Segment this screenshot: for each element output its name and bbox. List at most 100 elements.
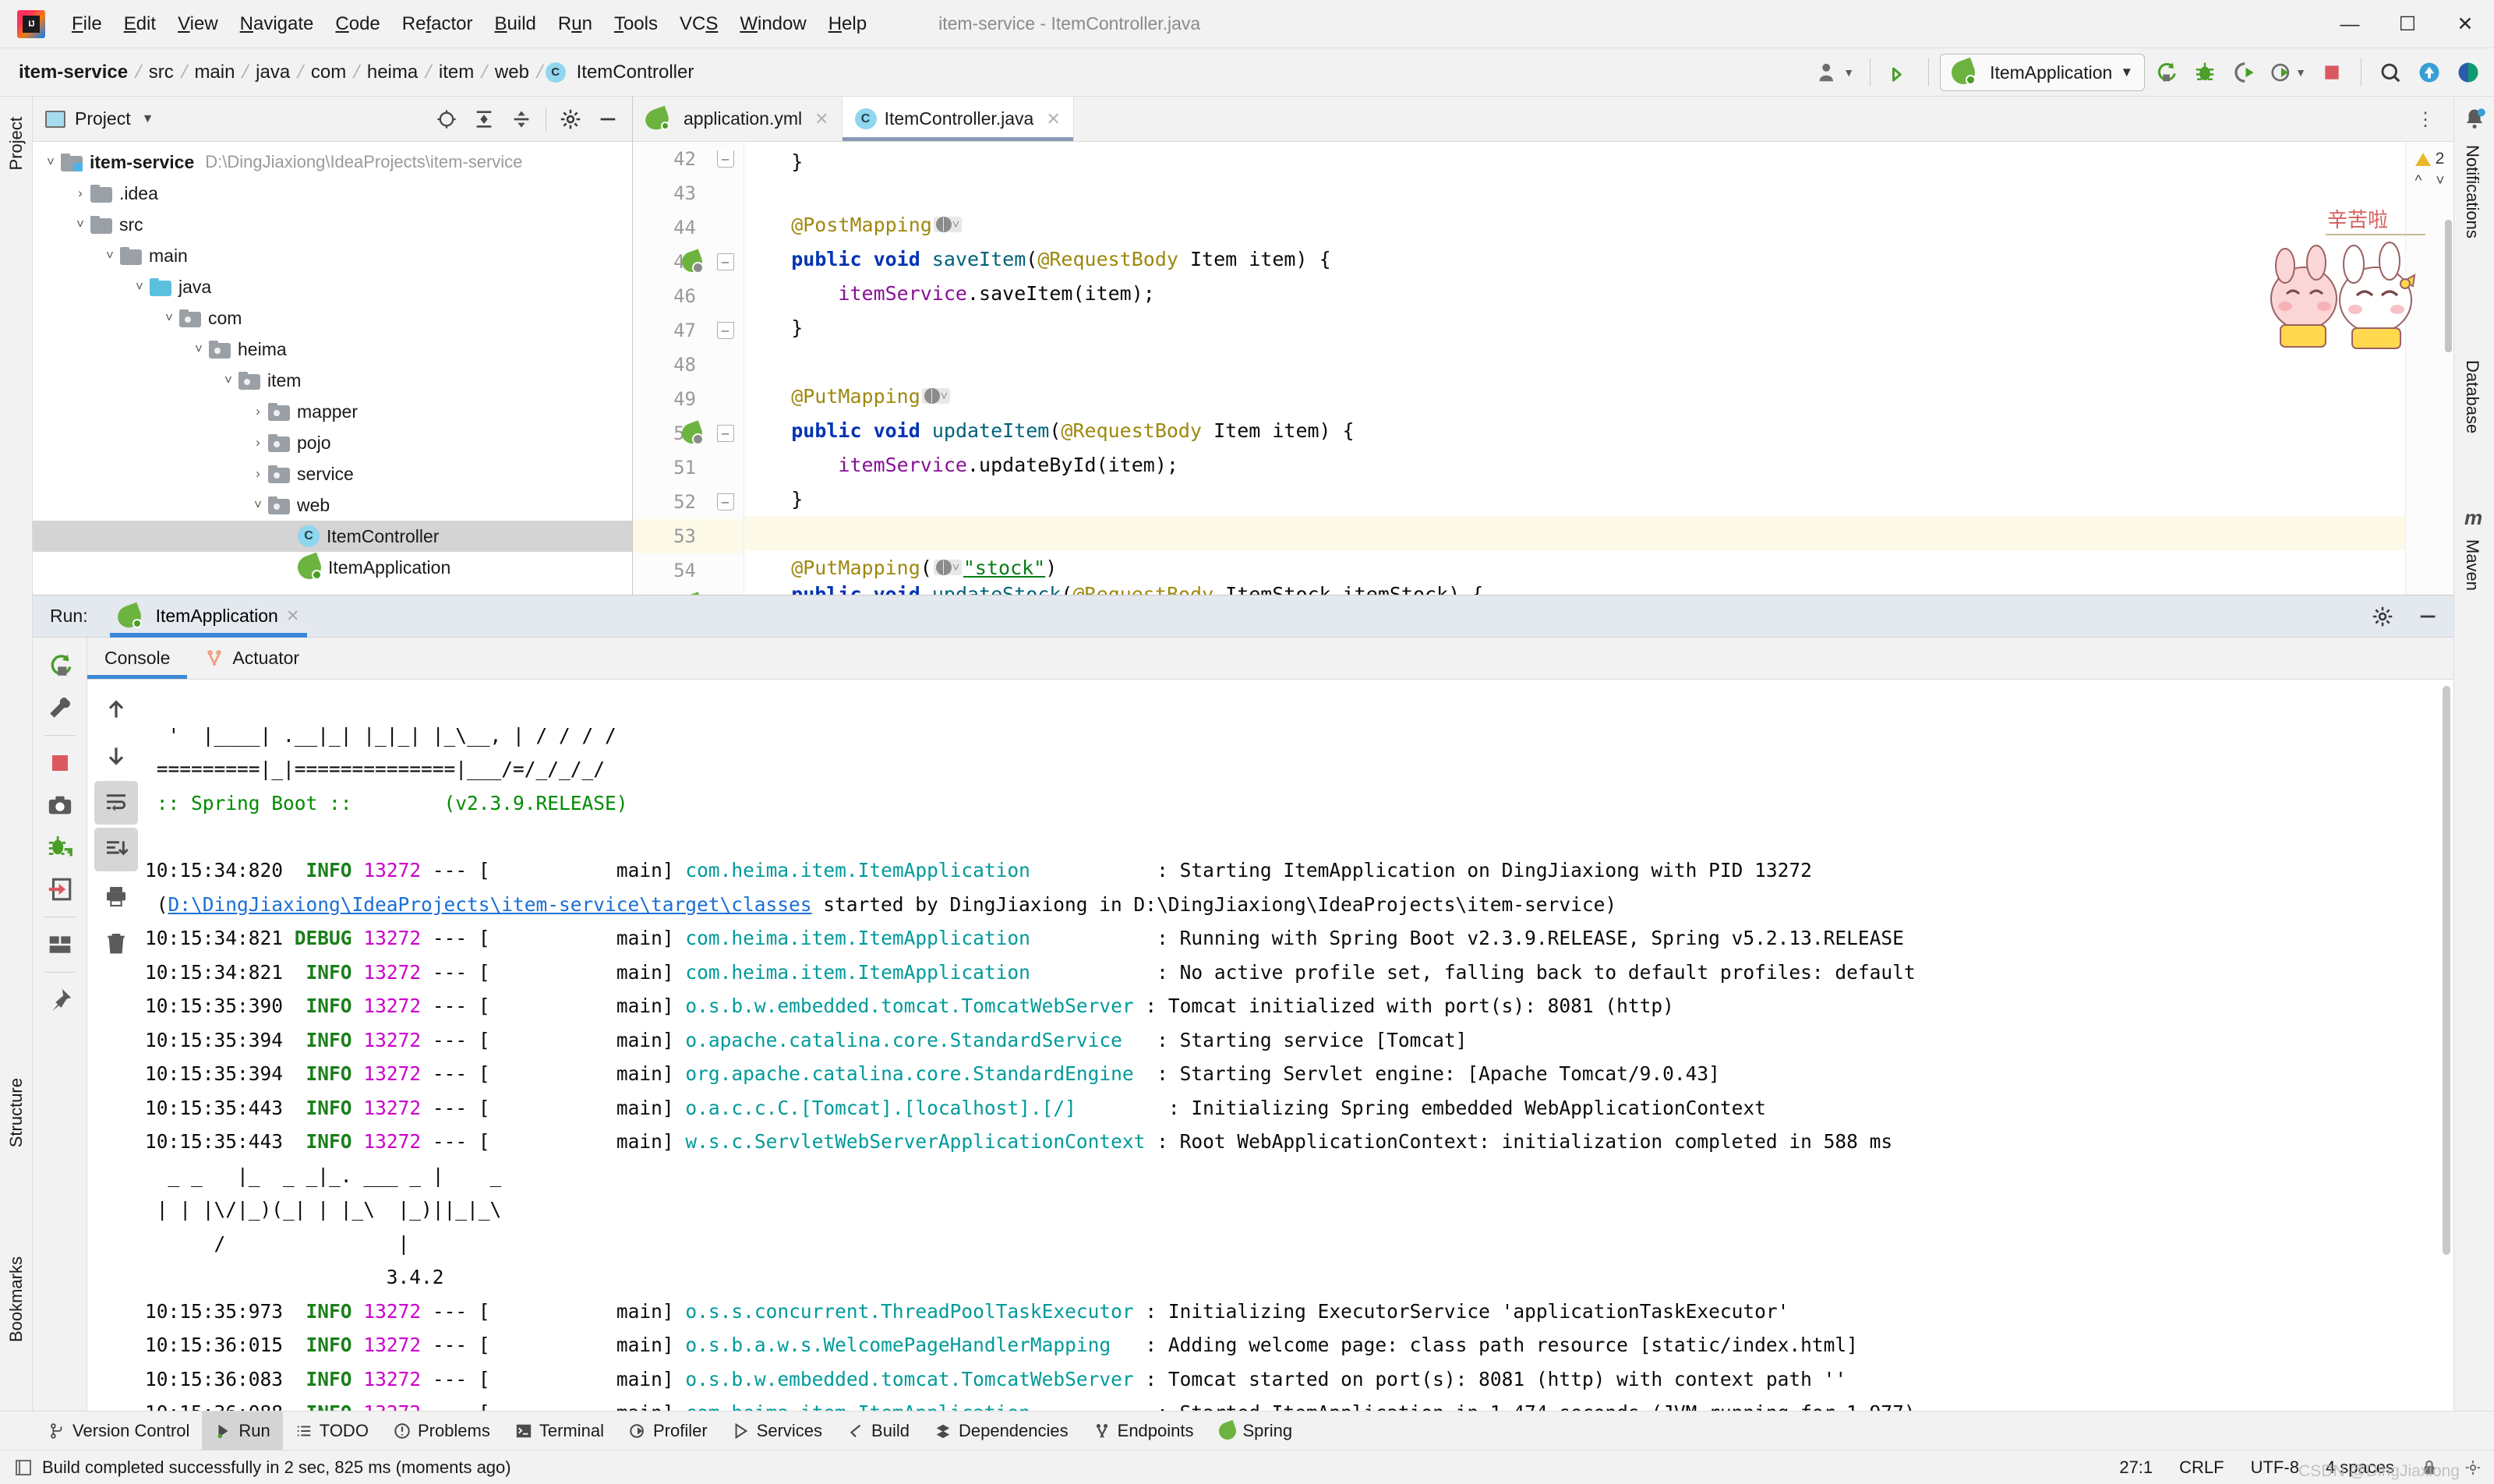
console-output[interactable]: ' |____| .__|_| |_|_| |_\__, | / / / / =… [145,680,2453,1411]
chevron-down-icon[interactable]: ˅ [129,279,150,295]
bottom-tab-build[interactable]: Build [835,1412,922,1450]
breadcrumb-item-4[interactable]: com [306,59,351,86]
update-project-icon[interactable] [2411,55,2447,90]
bottom-tab-todo[interactable]: TODO [283,1412,381,1450]
bottom-tab-dependencies[interactable]: Dependencies [922,1412,1081,1450]
fold-marker[interactable]: – [707,313,744,348]
pin-icon[interactable] [40,980,80,1020]
menu-run[interactable]: Run [547,10,603,38]
profile-icon[interactable]: ▼ [2265,55,2311,90]
editor-scrollbar-thumb[interactable] [2445,220,2452,352]
rerun-icon[interactable] [40,645,80,686]
rerun-icon[interactable] [2148,55,2184,90]
fold-marker[interactable]: – [707,588,744,595]
endpoint-gutter-icon[interactable]: ˅ [933,560,962,575]
menu-build[interactable]: Build [484,10,547,38]
tree-node-pojo[interactable]: › pojo [33,427,632,458]
chevron-right-icon[interactable]: › [248,435,268,450]
bottom-tab-version-control[interactable]: Version Control [36,1412,202,1450]
collapse-all-icon[interactable] [466,101,502,137]
clear-all-icon[interactable] [94,921,138,965]
log-path-link[interactable]: D:\DingJiaxiong\IdeaProjects\item-servic… [168,893,812,916]
next-problem-icon[interactable]: ˅ [2436,173,2444,190]
fold-marker[interactable]: – [707,142,744,176]
chevron-down-icon[interactable]: ˅ [159,310,179,326]
chevron-right-icon[interactable]: › [70,186,90,201]
bottom-tab-spring[interactable]: Spring [1206,1412,1305,1450]
sidebar-tab-project[interactable]: Project [5,111,28,176]
inspection-widget[interactable]: 2 ^ ˅ [2405,142,2453,595]
inspection-summary[interactable]: 2 [2406,142,2453,168]
tree-node-idea[interactable]: › .idea [33,178,632,209]
menu-window[interactable]: Window [729,10,817,38]
caret-position[interactable]: 27:1 [2119,1458,2153,1478]
menu-file[interactable]: File [61,10,113,38]
run-configuration-selector[interactable]: ItemApplication ▼ [1940,54,2146,91]
scroll-to-end-icon[interactable] [94,828,138,871]
menu-view[interactable]: View [167,10,229,38]
minimize-icon[interactable] [2410,599,2446,634]
layout-icon[interactable] [40,924,80,965]
breadcrumb-item-1[interactable]: src [144,59,178,86]
close-icon[interactable]: ✕ [814,109,828,129]
tree-node-item-service[interactable]: ˅ item-service D:\DingJiaxiong\IdeaProje… [33,147,632,178]
editor-tab-item-controller-java[interactable]: C ItemController.java ✕ [842,97,1074,141]
breadcrumb-item-2[interactable]: main [189,59,239,86]
breadcrumb-leaf[interactable]: ItemController [572,59,699,86]
debug-icon[interactable] [2187,55,2223,90]
search-everywhere-icon[interactable] [2372,55,2408,90]
fold-gutter[interactable]: – – – – – [707,142,744,595]
tree-node-mapper[interactable]: › mapper [33,396,632,427]
tree-node-item-application[interactable]: ItemApplication [33,552,632,583]
breadcrumb-item-5[interactable]: heima [362,59,422,86]
console-scrollbar-thumb[interactable] [2443,686,2450,1255]
close-icon[interactable]: ✕ [286,606,300,626]
chevron-down-icon[interactable]: ˅ [248,497,268,513]
gear-icon[interactable] [2365,599,2400,634]
soft-wrap-icon[interactable] [94,781,138,825]
chevron-down-icon[interactable]: ˅ [218,373,238,388]
close-icon[interactable]: ✕ [1046,109,1060,129]
scroll-down-icon[interactable] [94,734,138,778]
chevron-down-icon[interactable]: ▼ [142,112,154,126]
tree-node-java[interactable]: ˅ java [33,271,632,302]
breadcrumb-item-7[interactable]: web [490,59,534,86]
updates-icon[interactable] [1881,55,1917,90]
editor-tabs-overflow-icon[interactable]: ⋮ [2407,97,2446,142]
sidebar-tab-bookmarks[interactable]: Bookmarks [5,1250,28,1348]
sidebar-tab-database[interactable]: Database [2460,354,2484,440]
inspections-icon[interactable] [2464,1459,2482,1476]
ide-help-icon[interactable] [2450,55,2486,90]
menu-tools[interactable]: Tools [603,10,669,38]
bell-icon[interactable] [2463,108,2486,131]
fold-marker[interactable]: – [707,485,744,519]
tree-node-heima[interactable]: ˅ heima [33,334,632,365]
menu-vcs[interactable]: VCS [669,10,729,38]
close-button[interactable]: ✕ [2436,0,2494,48]
tree-node-service[interactable]: › service [33,458,632,489]
bottom-tab-profiler[interactable]: Profiler [616,1412,720,1450]
sidebar-tab-notifications[interactable]: Notifications [2460,139,2484,245]
fold-marker[interactable]: – [707,245,744,279]
tree-node-com[interactable]: ˅ com [33,302,632,334]
tree-node-src[interactable]: ˅ src [33,209,632,240]
debug-attach-icon[interactable] [40,827,80,867]
editor-tab-application-yml[interactable]: application.yml ✕ [633,97,843,141]
minimize-button[interactable]: — [2321,0,2379,48]
gear-icon[interactable] [553,101,588,137]
tab-actuator[interactable]: Actuator [187,638,316,679]
run-tab-item-application[interactable]: ItemApplication ✕ [109,595,308,638]
maximize-button[interactable]: ☐ [2379,0,2436,48]
run-with-coverage-icon[interactable] [2226,55,2262,90]
chevron-right-icon[interactable]: › [248,404,268,419]
endpoint-gutter-icon[interactable]: ˅ [921,388,950,404]
menu-code[interactable]: Code [324,10,390,38]
code-editor[interactable]: 42 43 44 45 46 47 48 49 [633,142,2453,595]
breadcrumb-item-0[interactable]: item-service [14,59,132,86]
print-icon[interactable] [94,874,138,918]
chevron-down-icon[interactable]: ˅ [70,217,90,232]
chevron-down-icon[interactable]: ˅ [41,154,61,170]
bottom-tab-terminal[interactable]: Terminal [503,1412,616,1450]
scroll-up-icon[interactable] [94,687,138,731]
chevron-right-icon[interactable]: › [248,466,268,482]
